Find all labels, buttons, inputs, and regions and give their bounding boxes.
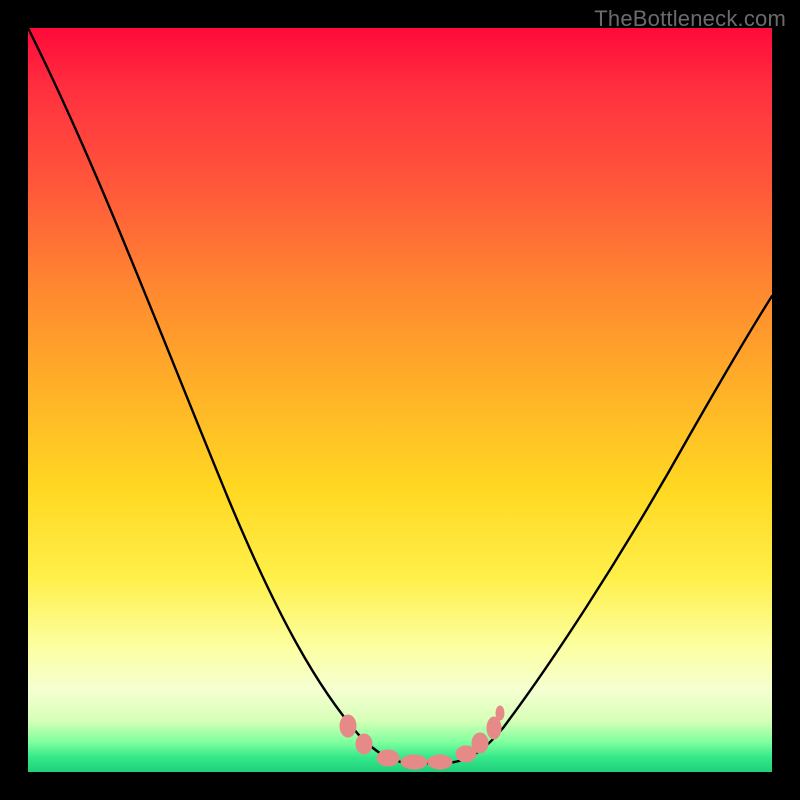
watermark-text: TheBottleneck.com: [594, 6, 786, 32]
valley-marker: [428, 755, 452, 769]
bottleneck-curve-path: [28, 28, 772, 763]
valley-marker: [496, 706, 504, 720]
valley-marker: [401, 755, 427, 769]
valley-marker: [487, 717, 501, 739]
valley-markers-group: [340, 706, 504, 769]
chart-stage: TheBottleneck.com: [0, 0, 800, 800]
line-chart-svg: [28, 28, 772, 772]
valley-marker: [472, 733, 488, 753]
valley-marker: [340, 715, 356, 737]
valley-marker: [377, 750, 399, 766]
plot-area: [28, 28, 772, 772]
valley-marker: [356, 734, 372, 754]
